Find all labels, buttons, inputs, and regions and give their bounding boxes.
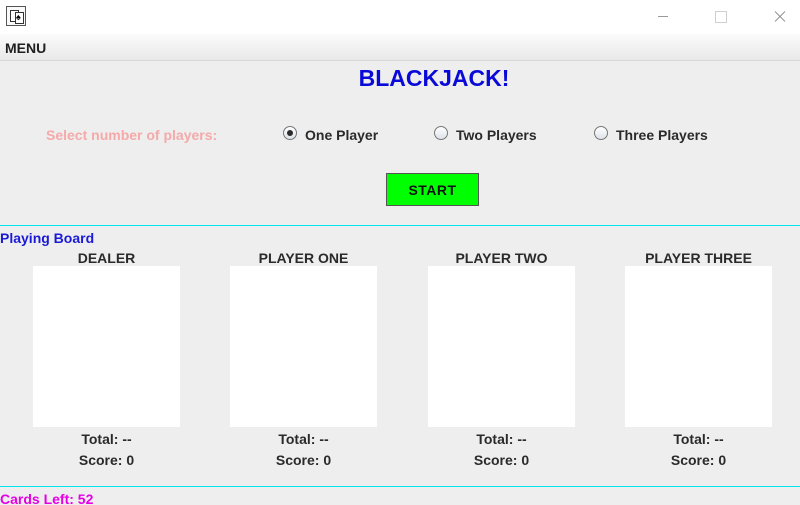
menu-bar: MENU xyxy=(0,34,800,61)
hand-title: PLAYER THREE xyxy=(645,250,752,266)
hand-score: Score: 0 xyxy=(473,452,530,468)
card-area xyxy=(428,266,575,427)
hand-total: Total: -- xyxy=(476,431,527,447)
hand-title: PLAYER ONE xyxy=(258,250,349,266)
hand-total: Total: -- xyxy=(81,431,132,447)
start-button[interactable]: START xyxy=(386,173,479,206)
card-area xyxy=(33,266,180,427)
radio-label[interactable]: Three Players xyxy=(616,127,708,143)
status-divider xyxy=(0,486,800,487)
playing-board-label: Playing Board xyxy=(0,230,95,246)
close-icon[interactable] xyxy=(756,0,800,34)
radio-unselected-icon[interactable] xyxy=(434,126,448,140)
minimize-icon[interactable] xyxy=(640,0,686,34)
radio-label[interactable]: Two Players xyxy=(456,127,537,143)
hand-title: DEALER xyxy=(77,250,136,266)
hand-total: Total: -- xyxy=(278,431,329,447)
hand-score: Score: 0 xyxy=(275,452,332,468)
window-titlebar: ♠ xyxy=(0,0,800,34)
radio-unselected-icon[interactable] xyxy=(594,126,608,140)
card-area xyxy=(625,266,772,427)
menu-item[interactable]: MENU xyxy=(5,40,46,56)
radio-label[interactable]: One Player xyxy=(305,127,378,143)
cards-left-status: Cards Left: 52 xyxy=(0,491,94,505)
app-card-icon[interactable]: ♠ xyxy=(6,6,26,26)
hand-score: Score: 0 xyxy=(670,452,727,468)
hand-score: Score: 0 xyxy=(78,452,135,468)
player-count-label: Select number of players: xyxy=(46,127,218,143)
game-title: BLACKJACK! xyxy=(358,65,510,91)
maximize-icon[interactable] xyxy=(698,0,744,34)
hand-title: PLAYER TWO xyxy=(455,250,548,266)
card-area xyxy=(230,266,377,427)
board-divider xyxy=(0,225,800,226)
radio-selected-icon[interactable] xyxy=(283,126,297,140)
hand-total: Total: -- xyxy=(673,431,724,447)
